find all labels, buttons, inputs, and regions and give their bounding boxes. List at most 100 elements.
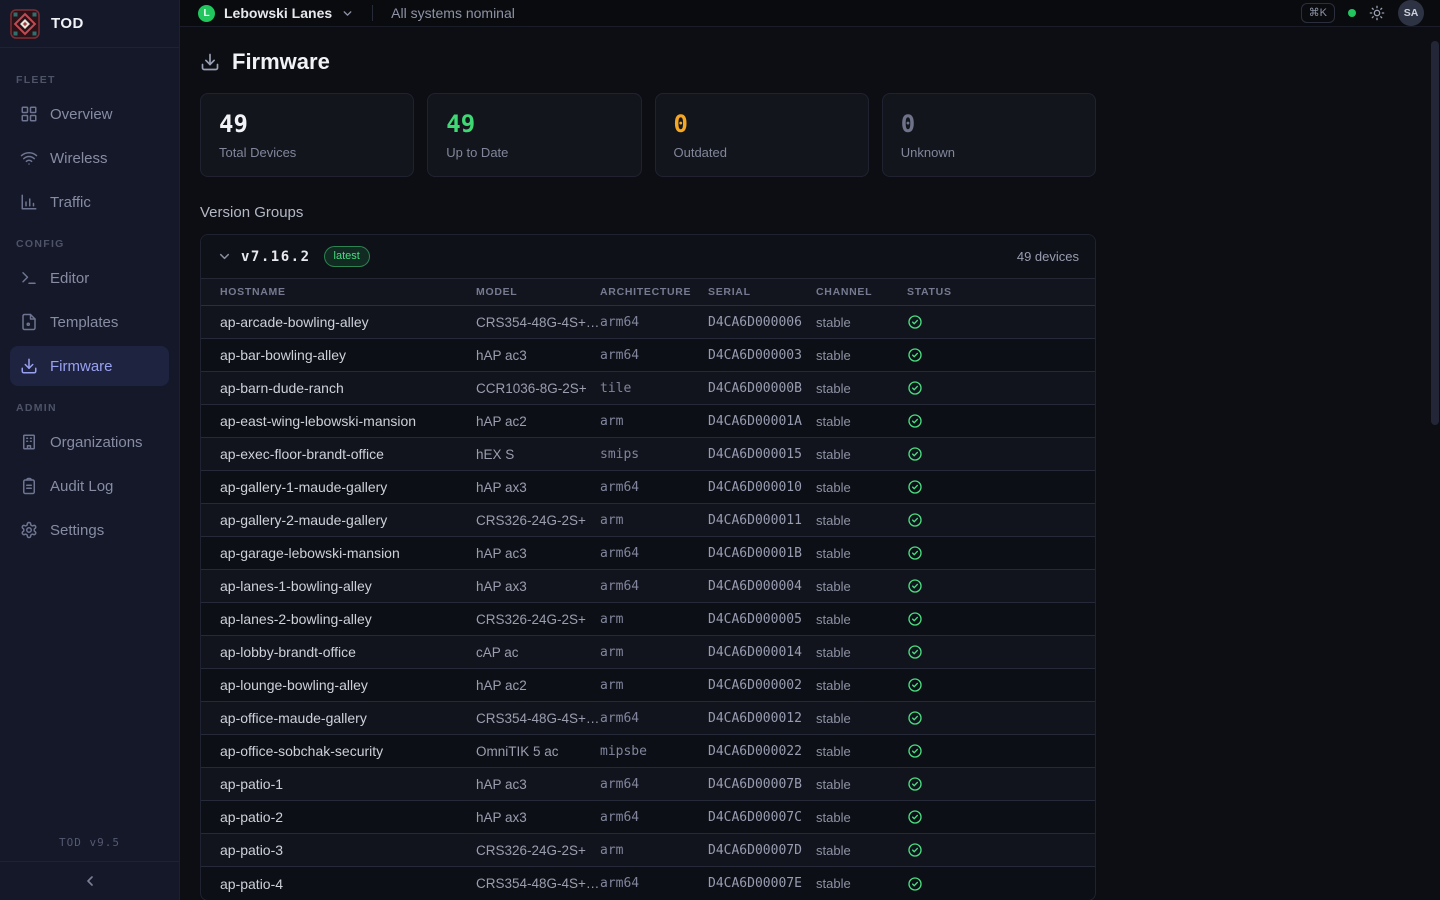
cell-channel: stable — [816, 447, 907, 462]
status-ok-icon — [907, 876, 1095, 892]
stat-label: Outdated — [674, 145, 850, 160]
clipboard-icon — [20, 477, 38, 495]
status-ok-icon — [907, 677, 1095, 693]
cell-architecture: mipsbe — [600, 744, 708, 759]
cell-hostname: ap-exec-floor-brandt-office — [220, 446, 476, 462]
sidebar-item-traffic[interactable]: Traffic — [10, 182, 169, 222]
col-header-architecture: ARCHITECTURE — [600, 286, 708, 298]
cell-serial: D4CA6D000006 — [708, 315, 816, 330]
table-row[interactable]: ap-patio-2 hAP ax3 arm64 D4CA6D00007C st… — [201, 801, 1095, 834]
col-header-status: STATUS — [907, 286, 1095, 298]
wifi-icon — [20, 149, 38, 167]
cell-model: hAP ac3 — [476, 546, 600, 561]
cell-architecture: arm64 — [600, 348, 708, 363]
nav-section-config: CONFIG — [16, 238, 169, 250]
sidebar-item-overview[interactable]: Overview — [10, 94, 169, 134]
col-header-serial: SERIAL — [708, 286, 816, 298]
cell-serial: D4CA6D000014 — [708, 645, 816, 660]
sidebar-item-audit-log[interactable]: Audit Log — [10, 466, 169, 506]
status-ok-icon — [907, 776, 1095, 792]
cell-model: hAP ac2 — [476, 414, 600, 429]
table-row[interactable]: ap-barn-dude-ranch CCR1036-8G-2S+ tile D… — [201, 372, 1095, 405]
cell-serial: D4CA6D000022 — [708, 744, 816, 759]
cell-model: hEX S — [476, 447, 600, 462]
sidebar-item-label: Settings — [50, 522, 104, 539]
status-ok-icon — [907, 611, 1095, 627]
brand-name: TOD — [51, 15, 84, 32]
table-row[interactable]: ap-patio-4 CRS354-48G-4S+… arm64 D4CA6D0… — [201, 867, 1095, 900]
stats-grid: 49 Total Devices 49 Up to Date 0 Outdate… — [200, 93, 1096, 177]
table-row[interactable]: ap-lounge-bowling-alley hAP ac2 arm D4CA… — [201, 669, 1095, 702]
cell-hostname: ap-lanes-2-bowling-alley — [220, 611, 476, 627]
cell-serial: D4CA6D000010 — [708, 480, 816, 495]
cell-model: CRS326-24G-2S+ — [476, 612, 600, 627]
stat-value: 0 — [674, 111, 850, 137]
table-row[interactable]: ap-arcade-bowling-alley CRS354-48G-4S+… … — [201, 306, 1095, 339]
table-row[interactable]: ap-gallery-2-maude-gallery CRS326-24G-2S… — [201, 504, 1095, 537]
cell-model: CRS354-48G-4S+… — [476, 711, 600, 726]
table-row[interactable]: ap-lanes-2-bowling-alley CRS326-24G-2S+ … — [201, 603, 1095, 636]
cell-hostname: ap-bar-bowling-alley — [220, 347, 476, 363]
table-row[interactable]: ap-lanes-1-bowling-alley hAP ax3 arm64 D… — [201, 570, 1095, 603]
org-name: Lebowski Lanes — [224, 5, 332, 21]
cell-channel: stable — [816, 414, 907, 429]
sidebar-item-templates[interactable]: Templates — [10, 302, 169, 342]
scrollbar-thumb[interactable] — [1431, 41, 1439, 425]
cell-architecture: arm64 — [600, 876, 708, 891]
status-ok-icon — [907, 314, 1095, 330]
section-title: Version Groups — [200, 204, 1440, 221]
cell-model: hAP ax3 — [476, 480, 600, 495]
table-row[interactable]: ap-patio-1 hAP ac3 arm64 D4CA6D00007B st… — [201, 768, 1095, 801]
user-avatar[interactable]: SA — [1398, 0, 1424, 26]
table-row[interactable]: ap-patio-3 CRS326-24G-2S+ arm D4CA6D0000… — [201, 834, 1095, 867]
cell-channel: stable — [816, 678, 907, 693]
cell-architecture: arm64 — [600, 810, 708, 825]
sidebar-item-organizations[interactable]: Organizations — [10, 422, 169, 462]
cell-channel: stable — [816, 843, 907, 858]
cell-hostname: ap-patio-4 — [220, 876, 476, 892]
sidebar-item-wireless[interactable]: Wireless — [10, 138, 169, 178]
chevron-down-icon[interactable] — [217, 249, 232, 264]
org-avatar: L — [198, 5, 215, 22]
sidebar-item-settings[interactable]: Settings — [10, 510, 169, 550]
device-rows: ap-arcade-bowling-alley CRS354-48G-4S+… … — [201, 306, 1095, 900]
cell-model: CRS326-24G-2S+ — [476, 513, 600, 528]
status-ok-icon — [907, 479, 1095, 495]
sidebar-item-label: Wireless — [50, 150, 108, 167]
cell-hostname: ap-lanes-1-bowling-alley — [220, 578, 476, 594]
table-row[interactable]: ap-gallery-1-maude-gallery hAP ax3 arm64… — [201, 471, 1095, 504]
cell-serial: D4CA6D000003 — [708, 348, 816, 363]
table-row[interactable]: ap-east-wing-lebowski-mansion hAP ac2 ar… — [201, 405, 1095, 438]
sidebar-item-firmware[interactable]: Firmware — [10, 346, 169, 386]
cell-hostname: ap-lobby-brandt-office — [220, 644, 476, 660]
sidebar-item-label: Editor — [50, 270, 89, 287]
table-row[interactable]: ap-lobby-brandt-office cAP ac arm D4CA6D… — [201, 636, 1095, 669]
content-area: Firmware 49 Total Devices 49 Up to Date … — [180, 27, 1440, 900]
cell-model: CCR1036-8G-2S+ — [476, 381, 600, 396]
theme-toggle-button[interactable] — [1369, 5, 1385, 21]
cell-serial: D4CA6D000005 — [708, 612, 816, 627]
version-group-card: v7.16.2 latest 49 devices HOSTNAME MODEL… — [200, 234, 1096, 900]
sidebar-collapse-button[interactable] — [0, 861, 179, 900]
table-row[interactable]: ap-bar-bowling-alley hAP ac3 arm64 D4CA6… — [201, 339, 1095, 372]
table-row[interactable]: ap-exec-floor-brandt-office hEX S smips … — [201, 438, 1095, 471]
cell-channel: stable — [816, 810, 907, 825]
cell-serial: D4CA6D000015 — [708, 447, 816, 462]
cell-serial: D4CA6D00000B — [708, 381, 816, 396]
stat-card-total-devices: 49 Total Devices — [200, 93, 414, 177]
cell-channel: stable — [816, 612, 907, 627]
cell-channel: stable — [816, 876, 907, 891]
sidebar-item-editor[interactable]: Editor — [10, 258, 169, 298]
cell-hostname: ap-patio-3 — [220, 842, 476, 858]
version-group-header[interactable]: v7.16.2 latest 49 devices — [201, 235, 1095, 279]
table-row[interactable]: ap-garage-lebowski-mansion hAP ac3 arm64… — [201, 537, 1095, 570]
status-ok-icon — [907, 578, 1095, 594]
table-row[interactable]: ap-office-sobchak-security OmniTIK 5 ac … — [201, 735, 1095, 768]
org-switcher[interactable]: L Lebowski Lanes — [198, 5, 354, 22]
table-row[interactable]: ap-office-maude-gallery CRS354-48G-4S+… … — [201, 702, 1095, 735]
cell-architecture: arm64 — [600, 480, 708, 495]
sidebar: TOD FLEET Overview Wireless Traffic CONF… — [0, 0, 180, 900]
cell-channel: stable — [816, 513, 907, 528]
command-palette-shortcut[interactable]: ⌘K — [1301, 3, 1335, 23]
chevron-left-icon — [82, 873, 98, 889]
